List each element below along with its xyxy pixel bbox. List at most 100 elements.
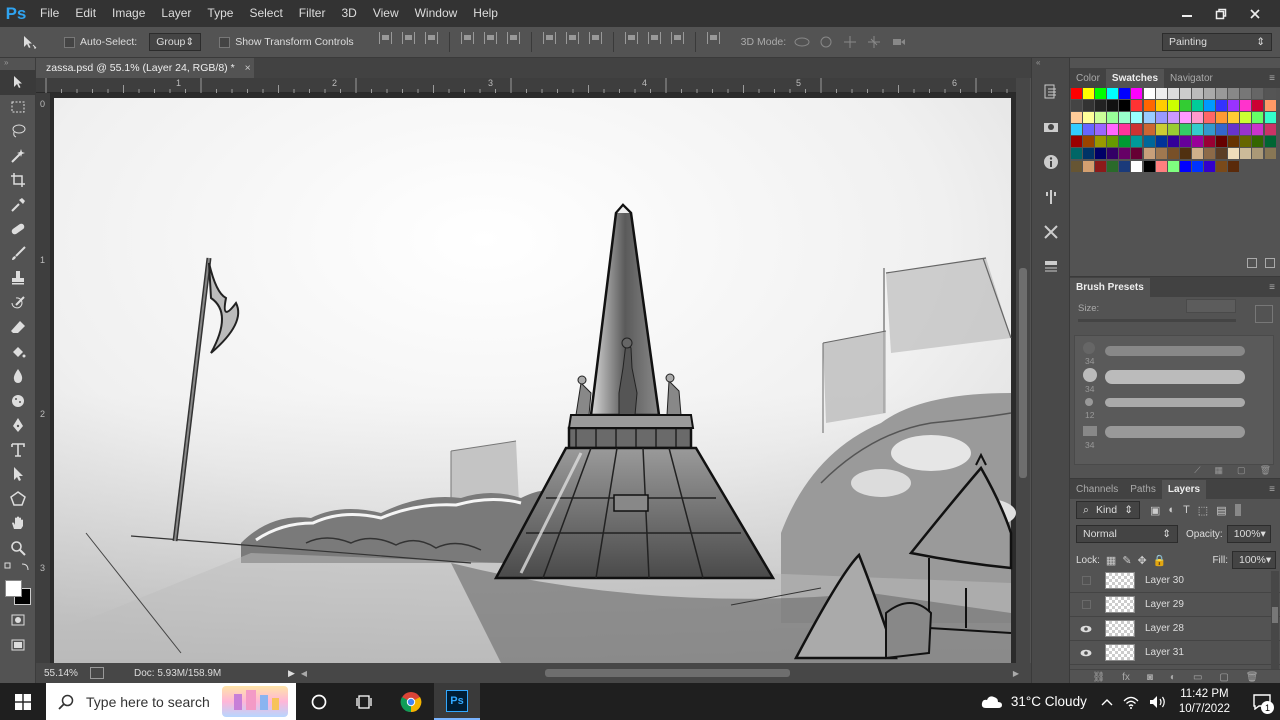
color-swatch[interactable] [1155, 88, 1167, 99]
color-swatch[interactable] [1095, 100, 1107, 112]
color-swatch[interactable] [1240, 148, 1252, 160]
cortana-button[interactable] [296, 683, 342, 720]
character-panel-button[interactable] [1032, 249, 1070, 284]
color-swatch[interactable] [1119, 124, 1131, 136]
color-swatch[interactable] [1143, 136, 1155, 148]
color-swatch[interactable] [1204, 124, 1216, 136]
color-swatch[interactable] [1216, 112, 1228, 124]
color-swatch[interactable] [1131, 160, 1143, 172]
tab-channels[interactable]: Channels [1070, 480, 1124, 499]
color-swatch[interactable] [1071, 124, 1082, 136]
pen-tool[interactable] [0, 413, 36, 438]
color-swatch[interactable] [1071, 112, 1082, 124]
3d-roll-icon[interactable] [818, 35, 834, 49]
color-swatch[interactable] [1240, 112, 1252, 124]
vertical-scrollbar[interactable] [1016, 78, 1030, 668]
smart-object-filter-icon[interactable]: ▤ [1216, 504, 1226, 517]
color-swatch[interactable] [1155, 136, 1167, 148]
menu-filter[interactable]: Filter [291, 0, 334, 27]
add-mask-icon[interactable]: ◙ [1147, 672, 1153, 683]
color-swatch[interactable] [1107, 112, 1119, 124]
history-panel-button[interactable] [1032, 74, 1070, 109]
color-swatch[interactable] [1119, 148, 1131, 160]
lock-transparency-icon[interactable]: ▦ [1106, 554, 1116, 567]
layer-visibility-toggle[interactable] [1078, 573, 1094, 589]
distribute-right-icon[interactable] [670, 32, 684, 44]
color-swatch[interactable] [1264, 88, 1276, 99]
color-swatch[interactable] [1204, 112, 1216, 124]
color-swatch[interactable] [1179, 112, 1191, 124]
new-group-icon[interactable]: ▭ [1193, 672, 1202, 683]
chevron-up-icon[interactable] [1101, 697, 1113, 707]
layer-visibility-toggle[interactable] [1078, 645, 1094, 661]
new-layer-icon[interactable]: ▢ [1219, 672, 1228, 683]
color-swatch[interactable] [1252, 148, 1264, 160]
auto-select-dropdown[interactable]: Group ⇕ [149, 33, 202, 51]
transform-controls-option[interactable]: Show Transform Controls [219, 36, 354, 48]
color-swatch[interactable] [1143, 160, 1155, 172]
color-swatch[interactable] [1131, 148, 1143, 160]
color-swatches[interactable] [0, 578, 35, 608]
menu-file[interactable]: File [32, 0, 67, 27]
color-swatch[interactable] [1179, 100, 1191, 112]
color-swatch[interactable] [1191, 136, 1203, 148]
crop-tool[interactable] [0, 168, 36, 193]
color-swatch[interactable] [1216, 136, 1228, 148]
color-swatch[interactable] [1071, 136, 1082, 148]
color-swatch[interactable] [1107, 124, 1119, 136]
brush-size-slider[interactable] [1078, 319, 1236, 322]
tab-paths[interactable]: Paths [1124, 480, 1162, 499]
color-swatch[interactable] [1131, 112, 1143, 124]
menu-view[interactable]: View [365, 0, 407, 27]
color-swatch[interactable] [1143, 100, 1155, 112]
properties-panel-button[interactable] [1032, 109, 1070, 144]
tab-brush-presets[interactable]: Brush Presets [1070, 278, 1150, 297]
menu-3d[interactable]: 3D [333, 0, 364, 27]
auto-select-checkbox[interactable] [64, 36, 75, 48]
task-view-button[interactable] [342, 683, 388, 720]
close-tab-icon[interactable]: × [245, 62, 251, 74]
align-left-icon[interactable] [460, 32, 474, 44]
color-swatch[interactable] [1083, 148, 1095, 160]
tab-layers[interactable]: Layers [1161, 480, 1207, 499]
color-swatch[interactable] [1228, 148, 1240, 160]
color-swatch[interactable] [1119, 136, 1131, 148]
color-swatch[interactable] [1228, 88, 1240, 99]
color-swatch[interactable] [1143, 124, 1155, 136]
color-swatch[interactable] [1179, 124, 1191, 136]
color-swatch[interactable] [1252, 112, 1264, 124]
healing-brush-tool[interactable] [0, 217, 36, 242]
3d-slide-icon[interactable] [866, 35, 882, 49]
brush-preset-list[interactable]: 34 34 12 34 [1074, 335, 1274, 465]
filter-toggle-icon[interactable] [1234, 504, 1241, 516]
menu-help[interactable]: Help [465, 0, 506, 27]
color-swatch[interactable] [1167, 136, 1179, 148]
menu-edit[interactable]: Edit [67, 0, 104, 27]
scrollbar-thumb[interactable] [1272, 607, 1278, 623]
color-swatch[interactable] [1107, 88, 1119, 99]
color-swatch[interactable] [1167, 88, 1179, 99]
speaker-icon[interactable] [1149, 694, 1167, 710]
info-panel-button[interactable] [1032, 144, 1070, 179]
color-swatch[interactable] [1228, 124, 1240, 136]
scrollbar-thumb[interactable] [545, 669, 791, 677]
distribute-vcenter-icon[interactable] [565, 32, 579, 44]
color-swatch[interactable] [1107, 160, 1119, 172]
action-center-button[interactable]: 1 [1244, 683, 1280, 720]
scrollbar-thumb[interactable] [1019, 268, 1027, 478]
clone-stamp-tool[interactable] [0, 266, 36, 291]
color-swatch[interactable] [1107, 100, 1119, 112]
workspace-dropdown[interactable]: Painting ⇕ [1162, 33, 1272, 51]
color-swatch[interactable] [1179, 88, 1191, 99]
trash-icon[interactable]: 🗑 [1246, 672, 1259, 683]
brush-tool[interactable] [0, 242, 36, 267]
document-canvas[interactable] [51, 93, 1016, 663]
close-button[interactable] [1238, 5, 1272, 23]
color-swatch[interactable] [1240, 100, 1252, 112]
taskbar-search-box[interactable]: Type here to search [46, 683, 296, 720]
tool-preset-picker[interactable] [0, 34, 64, 50]
status-info-icon[interactable] [90, 667, 104, 679]
color-swatch[interactable] [1155, 160, 1167, 172]
color-swatch[interactable] [1252, 88, 1264, 99]
color-swatch[interactable] [1107, 136, 1119, 148]
